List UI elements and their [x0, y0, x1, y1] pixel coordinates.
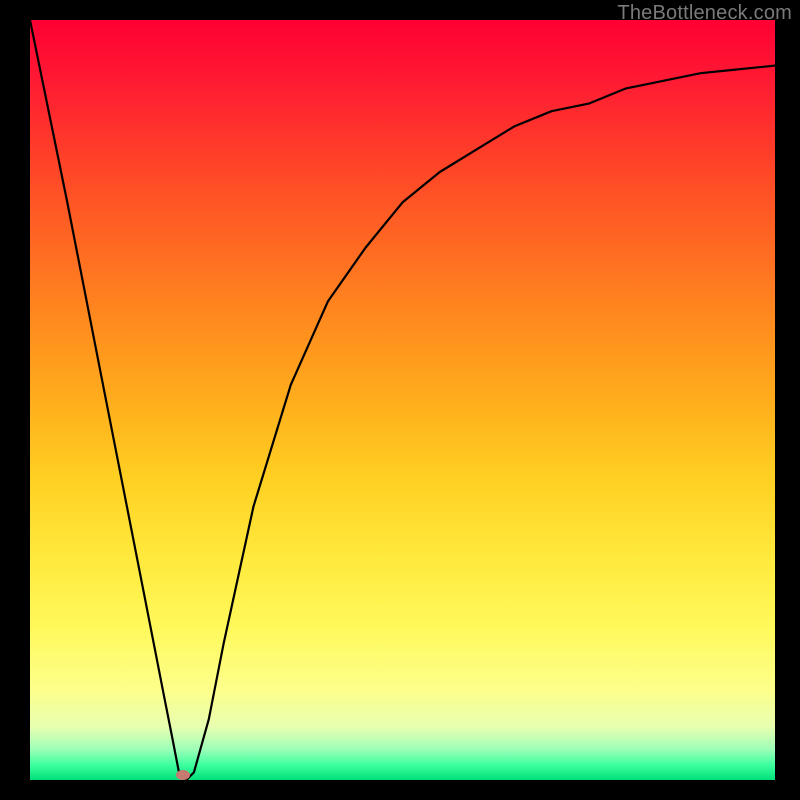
bottleneck-curve: [30, 20, 775, 780]
optimal-point-marker: [176, 770, 190, 780]
curve-path: [30, 20, 775, 780]
chart-frame: TheBottleneck.com: [0, 0, 800, 800]
plot-area: [30, 20, 775, 780]
